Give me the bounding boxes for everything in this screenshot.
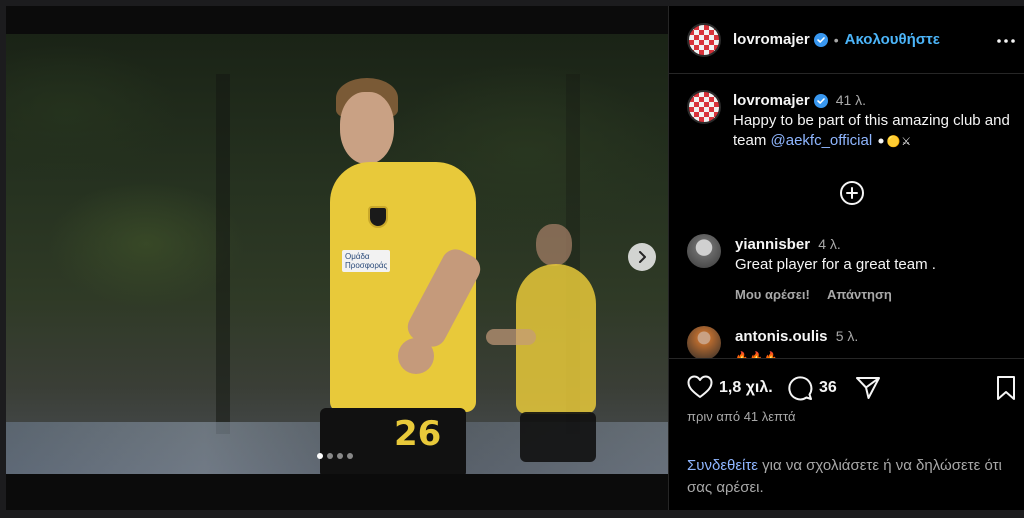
commenter-username[interactable]: yiannisber (735, 236, 810, 253)
comment-icon[interactable] (787, 375, 813, 406)
commenter-username[interactable]: antonis.oulis (735, 328, 828, 345)
plus-circle-icon (840, 181, 864, 205)
comment-like-button[interactable]: Μου αρέσει! (735, 287, 810, 302)
follow-button[interactable]: Ακολουθήστε (845, 31, 940, 48)
caption-time: 41 λ. (835, 92, 867, 108)
author-avatar[interactable] (687, 22, 721, 57)
carousel-dot (337, 453, 343, 459)
caption-username[interactable]: lovromajer (733, 92, 810, 109)
post-actions: 1,8 χιλ. 36 πριν από 41 λεπτά Συνδεθείτε… (669, 358, 1024, 510)
bookmark-icon[interactable] (995, 375, 1017, 406)
login-link[interactable]: Συνδεθείτε (687, 457, 758, 474)
shirt-sponsor: Ομάδα Προσφοράς (342, 250, 391, 272)
commenter-avatar[interactable] (687, 234, 721, 268)
chevron-right-icon (639, 251, 646, 263)
caption-emojis: ⚫🟡⚔ (876, 136, 913, 148)
post-side-panel: lovromajer • Ακολουθήστε lovromajer 41 λ.… (668, 6, 1024, 510)
club-crest (368, 206, 388, 228)
load-more-comments-button[interactable] (839, 180, 865, 206)
carousel-indicator (317, 453, 353, 459)
author-username[interactable]: lovromajer (733, 31, 810, 48)
comment-item: yiannisber 4 λ. Great player for a great… (687, 234, 1017, 305)
post-media: Ομάδα Προσφοράς 26 (6, 6, 668, 510)
carousel-dot (317, 453, 323, 459)
comment-reply-button[interactable]: Απάντηση (827, 287, 892, 302)
carousel-next-button[interactable] (628, 243, 656, 271)
comments-count[interactable]: 36 (819, 379, 837, 397)
post-dialog: Ομάδα Προσφοράς 26 lovromajer • Ακολουθή… (6, 6, 1024, 510)
comment-time: 4 λ. (818, 236, 841, 252)
login-prompt: Συνδεθείτε για να σχολιάσετε ή να δηλώσε… (687, 455, 1017, 499)
comment-text: Great player for a great team . (735, 256, 936, 273)
like-icon[interactable] (687, 375, 713, 404)
carousel-dot (327, 453, 333, 459)
header-separator: • (833, 31, 839, 48)
background-tree (216, 74, 230, 434)
post-caption: lovromajer 41 λ. Happy to be part of this… (687, 90, 1017, 152)
carousel-dot (347, 453, 353, 459)
verified-badge-icon (813, 32, 828, 47)
commenter-avatar[interactable] (687, 326, 721, 358)
posted-time: πριν από 41 λεπτά (687, 409, 796, 424)
caption-avatar[interactable] (687, 90, 721, 124)
verified-badge-icon (813, 94, 828, 109)
more-options-icon[interactable] (997, 30, 1015, 48)
comment-item: antonis.oulis 5 λ. 🔥🔥🔥 (687, 326, 1017, 358)
caption-text: lovromajer 41 λ. Happy to be part of this… (733, 90, 1017, 152)
post-header: lovromajer • Ακολουθήστε (669, 6, 1024, 74)
likes-count[interactable]: 1,8 χιλ. (719, 379, 773, 397)
comment-time: 5 λ. (835, 328, 859, 344)
jersey-number: 26 (394, 414, 442, 454)
share-icon[interactable] (855, 375, 881, 406)
post-photo[interactable]: Ομάδα Προσφοράς 26 (6, 34, 668, 474)
caption-mention[interactable]: @aekfc_official (771, 132, 873, 149)
